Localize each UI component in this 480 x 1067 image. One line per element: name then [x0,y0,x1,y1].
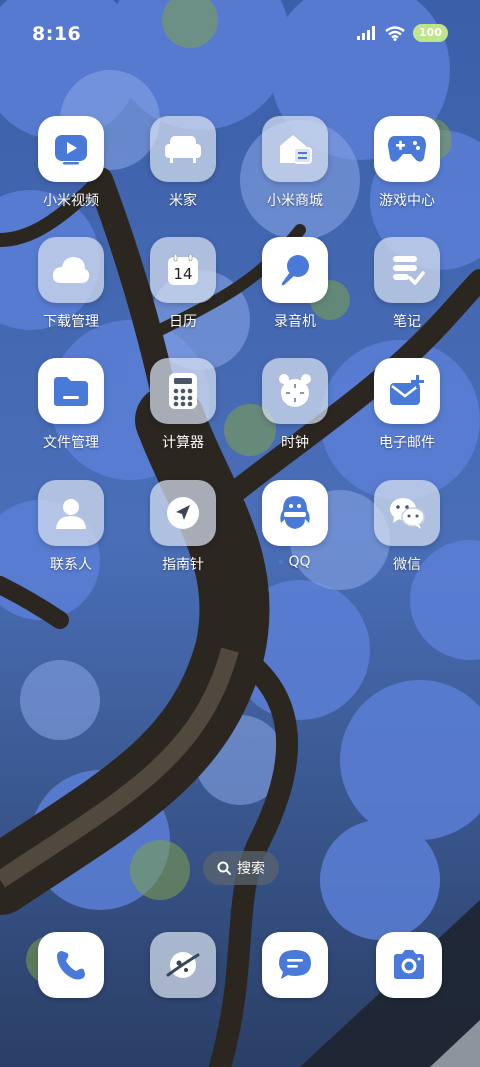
camera-icon [394,950,424,979]
microphone-icon [262,237,328,303]
calendar-day: 14 [173,265,192,283]
app-clock[interactable]: 时钟 [240,358,350,452]
app-label: 下载管理 [43,314,99,330]
status-time: 8:16 [32,23,82,45]
app-label: QQ [279,554,311,570]
app-contacts[interactable]: 联系人 [16,480,126,574]
app-calculator[interactable]: 计算器 [128,358,238,452]
app-label: 指南针 [162,557,204,573]
dock-browser[interactable] [150,932,216,998]
app-calendar[interactable]: 14 日历 [128,237,238,331]
app-label: 录音机 [274,314,316,330]
app-email[interactable]: 电子邮件 [352,358,462,452]
cloud-icon [38,237,104,303]
notes-check-icon [374,237,440,303]
folder-icon [38,358,104,424]
search-button[interactable]: 搜索 [203,851,279,885]
calculator-icon [150,358,216,424]
app-mijia[interactable]: 米家 [128,116,238,210]
gamepad-icon [374,116,440,182]
sofa-icon [150,116,216,182]
app-label: 米家 [169,193,197,209]
wechat-icon [374,480,440,546]
app-notes[interactable]: 笔记 [352,237,462,331]
qq-penguin-icon [262,480,328,546]
app-downloads[interactable]: 下载管理 [16,237,126,331]
dock-camera[interactable] [376,932,442,998]
app-label: 小米视频 [43,193,99,209]
contact-person-icon [38,480,104,546]
signal-icon [357,26,376,40]
video-play-icon [38,116,104,182]
alarm-clock-icon [262,358,328,424]
search-label: 搜索 [237,861,265,877]
status-bar: 8:16 100 [0,0,480,60]
app-label: 时钟 [281,435,309,451]
app-label: 计算器 [162,435,204,451]
phone-icon [57,951,85,980]
browser-planet-icon [166,952,200,978]
app-game-center[interactable]: 游戏中心 [352,116,462,210]
app-label: 日历 [169,314,197,330]
mail-plus-icon [374,358,440,424]
app-label: 微信 [393,557,421,573]
app-mi-store[interactable]: 小米商城 [240,116,350,210]
app-recorder[interactable]: 录音机 [240,237,350,331]
app-label: 游戏中心 [379,193,435,209]
app-label: 电子邮件 [379,435,435,451]
app-label: 文件管理 [43,435,99,451]
battery-indicator: 100 [413,24,448,42]
new-indicator-dot [279,560,284,564]
app-label: 笔记 [393,314,421,330]
dock-messages[interactable] [262,932,328,998]
status-icons: 100 [357,24,448,42]
wifi-icon [385,25,405,41]
search-icon [217,861,231,875]
app-label-text: QQ [288,554,311,570]
message-bubble-icon [279,950,311,979]
app-label: 联系人 [50,557,92,573]
app-qq[interactable]: QQ [240,480,350,570]
store-bag-icon [262,116,328,182]
app-wechat[interactable]: 微信 [352,480,462,574]
app-label: 小米商城 [267,193,323,209]
app-file-manager[interactable]: 文件管理 [16,358,126,452]
app-compass[interactable]: 指南针 [128,480,238,574]
compass-arrow-icon [150,480,216,546]
calendar-icon: 14 [150,237,216,303]
app-mi-video[interactable]: 小米视频 [16,116,126,210]
dock-phone[interactable] [38,932,104,998]
